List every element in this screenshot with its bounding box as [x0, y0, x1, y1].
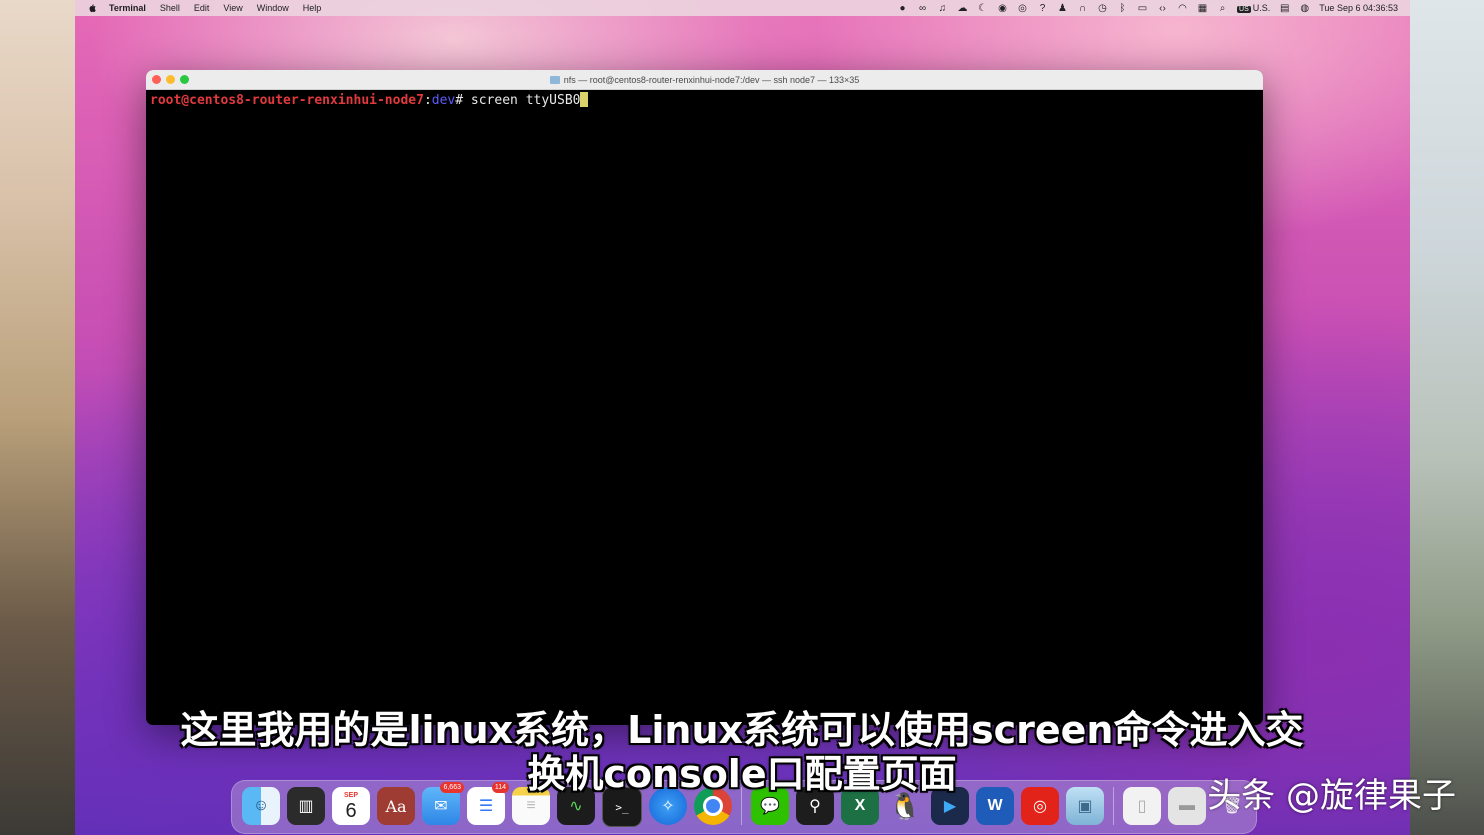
menu-view[interactable]: View — [223, 3, 242, 13]
moon-icon[interactable]: ☾ — [977, 3, 988, 14]
title-bar[interactable]: nfs — root@centos8-router-renxinhui-node… — [146, 70, 1263, 90]
wechat-icon[interactable]: ◎ — [1017, 3, 1028, 14]
search-icon[interactable]: ⌕ — [1217, 3, 1228, 14]
chrome-icon — [703, 796, 723, 816]
window-title: nfs — root@centos8-router-renxinhui-node… — [549, 74, 860, 85]
piano-icon: ▥ — [298, 798, 314, 815]
record-icon[interactable]: ● — [897, 3, 908, 14]
activity-monitor-icon: ∿ — [569, 798, 583, 815]
word-icon: W — [987, 797, 1003, 814]
command-text: screen ttyUSB0 — [470, 93, 581, 108]
qq-icon[interactable]: ♟ — [1057, 3, 1068, 14]
input-source-badge: US — [1237, 6, 1251, 13]
folder-icon — [549, 75, 560, 84]
text-cursor — [580, 92, 589, 107]
music-note-icon[interactable]: ♫ — [937, 3, 948, 14]
watermark: 头条 @旋律果子 — [1207, 776, 1456, 816]
video-play-icon: ▶ — [943, 798, 957, 815]
control-center-icon[interactable]: ▤ — [1279, 3, 1290, 14]
bluetooth-icon[interactable]: ᛒ — [1117, 3, 1128, 14]
calendar-day: 6 — [345, 799, 357, 822]
input-source-label: U.S. — [1252, 3, 1271, 13]
preview-icon: ▣ — [1077, 798, 1093, 815]
terminal-icon: >_ — [615, 800, 629, 814]
terminal-content[interactable]: root@centos8-router-renxinhui-node7:dev#… — [146, 90, 1263, 111]
window-controls — [152, 75, 189, 84]
wifi-icon[interactable]: ◠ — [1177, 3, 1188, 14]
menu-shell[interactable]: Shell — [160, 3, 180, 13]
zoom-button[interactable] — [180, 75, 189, 84]
prompt-separator: : — [423, 93, 432, 108]
subtitle-line-1: 这里我用的是linux系统，Linux系统可以使用screen命令进入交 — [180, 708, 1304, 752]
dictionary-icon: Aa — [385, 796, 407, 816]
wechat-app-icon: 💬 — [760, 798, 780, 815]
mail-icon: ✉ — [434, 798, 448, 815]
minimize-button[interactable] — [166, 75, 175, 84]
menu-app-name[interactable]: Terminal — [109, 3, 146, 13]
input-source[interactable]: US U.S. — [1237, 3, 1270, 13]
cloud-icon[interactable]: ☁ — [957, 3, 968, 14]
prompt-user-host: root@centos8-router-renxinhui-node7 — [150, 93, 424, 108]
menu-bar-status-area: ● ∞ ♫ ☁ ☾ ◉ ◎ ? ♟ ∩ ◷ ᛒ ▭ ‹› ◠ ▦ ⌕ US U.S… — [897, 0, 1398, 16]
excel-icon: X — [854, 797, 866, 814]
time-machine-icon[interactable]: ◷ — [1097, 3, 1108, 14]
menu-window[interactable]: Window — [257, 3, 289, 13]
netease-music-icon: ◎ — [1033, 798, 1047, 815]
code-brackets-icon[interactable]: ‹› — [1157, 3, 1168, 14]
acrobat-icon: ⚲ — [809, 798, 821, 815]
help-circle-icon[interactable]: ? — [1037, 3, 1048, 14]
keyboard-icon[interactable]: ▦ — [1197, 3, 1208, 14]
menu-edit[interactable]: Edit — [194, 3, 210, 13]
notes-icon: ≡ — [526, 797, 536, 814]
window-title-text: nfs — root@centos8-router-renxinhui-node… — [563, 74, 860, 85]
finder-icon: ☺ — [252, 797, 270, 814]
battery-icon[interactable]: ▭ — [1137, 3, 1148, 14]
menu-help[interactable]: Help — [303, 3, 322, 13]
document-icon: ▯ — [1137, 798, 1147, 815]
menu-bar-clock[interactable]: Tue Sep 6 04:36:53 — [1319, 3, 1398, 13]
headphones-icon[interactable]: ∩ — [1077, 3, 1088, 14]
prompt-symbol: # — [455, 93, 471, 108]
siri-icon[interactable]: ◍ — [1299, 3, 1310, 14]
downloads-icon: ▬ — [1179, 797, 1195, 814]
creative-cloud-icon[interactable]: ∞ — [917, 3, 928, 14]
menu-bar: Terminal Shell Edit View Window Help ● ∞… — [75, 0, 1410, 16]
terminal-line: root@centos8-router-renxinhui-node7:dev#… — [150, 92, 1259, 109]
close-button[interactable] — [152, 75, 161, 84]
apple-icon[interactable] — [87, 3, 97, 13]
terminal-window[interactable]: nfs — root@centos8-router-renxinhui-node… — [146, 70, 1263, 725]
reminders-icon: ☰ — [478, 798, 494, 815]
compass-icon: ✧ — [661, 798, 675, 815]
play-circle-icon[interactable]: ◉ — [997, 3, 1008, 14]
prompt-directory: dev — [431, 93, 456, 108]
